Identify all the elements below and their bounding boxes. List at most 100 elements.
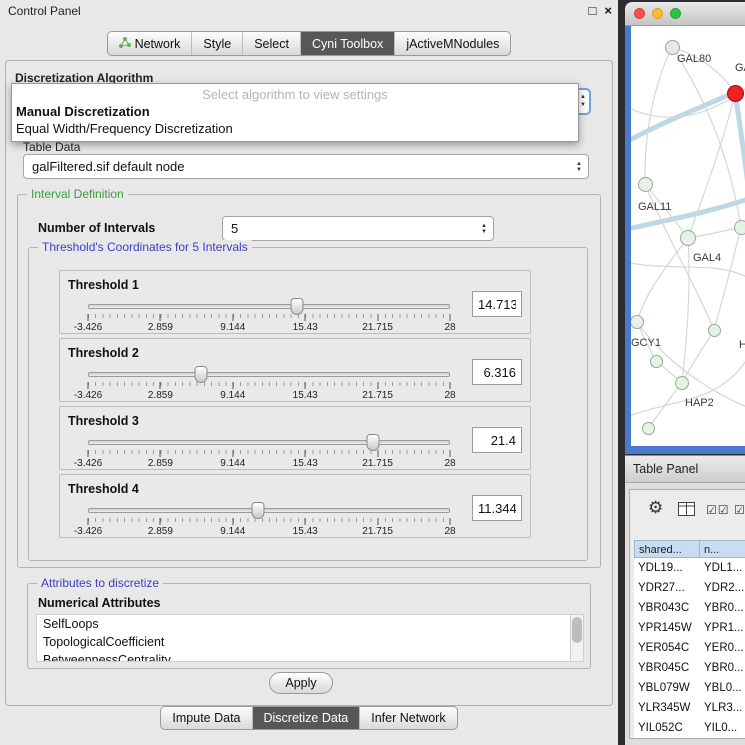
threshold-slider[interactable] <box>88 508 450 513</box>
combo-arrows-icon: ▲▼ <box>570 161 588 173</box>
cell-name[interactable]: YLR3... <box>700 698 745 718</box>
cell-name[interactable]: YPR1... <box>700 618 745 638</box>
cell-name[interactable]: YIL0... <box>700 718 745 738</box>
cell-name[interactable]: YER0... <box>700 638 745 658</box>
cell-shared-name[interactable]: YER054C <box>634 638 700 658</box>
cell-name[interactable]: YBL0... <box>700 678 745 698</box>
cell-shared-name[interactable]: YDL19... <box>634 558 700 578</box>
table-row[interactable]: YPR145WYPR1... <box>634 618 745 638</box>
major-tick <box>305 450 306 457</box>
threshold-slider[interactable] <box>88 304 450 309</box>
scrollbar-thumb[interactable] <box>572 617 582 643</box>
table-row[interactable]: YBR043CYBR0... <box>634 598 745 618</box>
float-window-icon[interactable]: □ <box>589 3 597 18</box>
cell-shared-name[interactable]: YPR145W <box>634 618 700 638</box>
cell-shared-name[interactable]: YDR27... <box>634 578 700 598</box>
threshold-value-field[interactable] <box>472 291 522 317</box>
table-panel-title: Table Panel <box>633 462 698 476</box>
dropdown-option-manual-discretization[interactable]: Manual Discretization <box>12 103 578 120</box>
gear-icon[interactable]: ⚙ <box>648 498 663 518</box>
tab-discretize-data[interactable]: Discretize Data <box>252 707 360 729</box>
table-row[interactable]: YDR27...YDR2... <box>634 578 745 598</box>
major-tick <box>305 382 306 389</box>
threshold-slider[interactable] <box>88 372 450 377</box>
table-row[interactable]: YIL052CYIL0... <box>634 718 745 738</box>
apply-button[interactable]: Apply <box>269 672 333 694</box>
table-row[interactable]: YDL19...YDL1... <box>634 558 745 578</box>
slider-thumb[interactable] <box>290 298 303 315</box>
threshold-value-field[interactable] <box>472 495 522 521</box>
attributes-group: Attributes to discretize Numerical Attri… <box>27 583 591 669</box>
list-item[interactable]: BetweennessCentrality <box>37 651 583 662</box>
cell-shared-name[interactable]: YBL079W <box>634 678 700 698</box>
num-intervals-combo[interactable]: 5 ▲▼ <box>222 216 494 241</box>
table-row[interactable]: YER054CYER0... <box>634 638 745 658</box>
top-tab-bar: Network Style Select Cyni Toolbox jActiv… <box>0 31 618 56</box>
threshold-value-field[interactable] <box>472 427 522 453</box>
network-node[interactable] <box>650 355 663 368</box>
close-traffic-light-icon[interactable] <box>634 8 645 19</box>
cell-name[interactable]: YBR0... <box>700 598 745 618</box>
threshold-slider[interactable] <box>88 440 450 445</box>
table-panel-header: Table Panel <box>625 455 745 483</box>
tab-style[interactable]: Style <box>191 32 242 55</box>
select-all-columns-icon[interactable]: ☑☑ <box>706 503 730 517</box>
node-label: HAP2 <box>685 397 714 409</box>
numerical-attributes-list[interactable]: SelfLoopsTopologicalCoefficientBetweenne… <box>36 614 584 662</box>
tick-label: -3.426 <box>74 322 102 333</box>
cell-shared-name[interactable]: YBR045C <box>634 658 700 678</box>
tab-cyni-toolbox[interactable]: Cyni Toolbox <box>300 32 394 55</box>
network-node[interactable] <box>638 177 653 192</box>
major-tick <box>232 450 233 457</box>
list-item[interactable]: SelfLoops <box>37 615 583 633</box>
network-node[interactable] <box>734 220 745 235</box>
network-node[interactable] <box>675 376 689 390</box>
tab-jactivemnodules[interactable]: jActiveMNodules <box>394 32 510 55</box>
cell-name[interactable]: YDR2... <box>700 578 745 598</box>
network-window-titlebar[interactable] <box>625 2 745 26</box>
network-node[interactable] <box>727 85 744 102</box>
table-data-combo[interactable]: galFiltered.sif default node ▲▼ <box>23 154 589 179</box>
tick-label: 21.715 <box>362 322 393 333</box>
tab-impute-data[interactable]: Impute Data <box>161 707 251 729</box>
cell-name[interactable]: YBR0... <box>700 658 745 678</box>
tab-label: Cyni Toolbox <box>312 37 383 51</box>
minimize-traffic-light-icon[interactable] <box>652 8 663 19</box>
threshold-row-1: Threshold 1 -3.4262.8599.14415.4321.7152… <box>59 270 531 334</box>
attributes-scrollbar[interactable] <box>570 615 583 661</box>
tick-label: 28 <box>444 322 455 333</box>
tick-label: 28 <box>444 390 455 401</box>
select-columns-icon[interactable]: ☑☑ <box>734 503 745 517</box>
tab-network[interactable]: Network <box>108 32 192 55</box>
network-canvas[interactable]: GAL80GAGAL11GAL4GCY1HAP2H <box>631 26 745 446</box>
major-tick <box>450 314 451 321</box>
table-row[interactable]: YLR345WYLR3... <box>634 698 745 718</box>
close-icon[interactable]: × <box>604 3 612 18</box>
network-node[interactable] <box>708 324 721 337</box>
combo-value: galFiltered.sif default node <box>24 159 570 174</box>
slider-thumb[interactable] <box>252 502 265 519</box>
tab-infer-network[interactable]: Infer Network <box>359 707 456 729</box>
cell-name[interactable]: YDL1... <box>700 558 745 578</box>
cell-shared-name[interactable]: YBR043C <box>634 598 700 618</box>
columns-icon[interactable] <box>678 502 695 521</box>
network-tab-icon <box>119 36 131 51</box>
cell-shared-name[interactable]: YLR345W <box>634 698 700 718</box>
threshold-row-4: Threshold 4 -3.4262.8599.14415.4321.7152… <box>59 474 531 538</box>
table-row[interactable]: YBR045CYBR0... <box>634 658 745 678</box>
column-header-name[interactable]: n... <box>700 540 745 558</box>
dropdown-option-equal-width[interactable]: Equal Width/Frequency Discretization <box>12 120 578 137</box>
table-row[interactable]: YBL079WYBL0... <box>634 678 745 698</box>
tab-select[interactable]: Select <box>242 32 300 55</box>
column-header-shared-name[interactable]: shared... <box>634 540 700 558</box>
slider-thumb[interactable] <box>367 434 380 451</box>
zoom-traffic-light-icon[interactable] <box>670 8 681 19</box>
cell-shared-name[interactable]: YIL052C <box>634 718 700 738</box>
threshold-value-field[interactable] <box>472 359 522 385</box>
tab-label: Infer Network <box>371 711 445 725</box>
tick-label: 15.43 <box>293 458 318 469</box>
slider-thumb[interactable] <box>194 366 207 383</box>
network-node[interactable] <box>680 230 696 246</box>
network-node[interactable] <box>642 422 655 435</box>
list-item[interactable]: TopologicalCoefficient <box>37 633 583 651</box>
